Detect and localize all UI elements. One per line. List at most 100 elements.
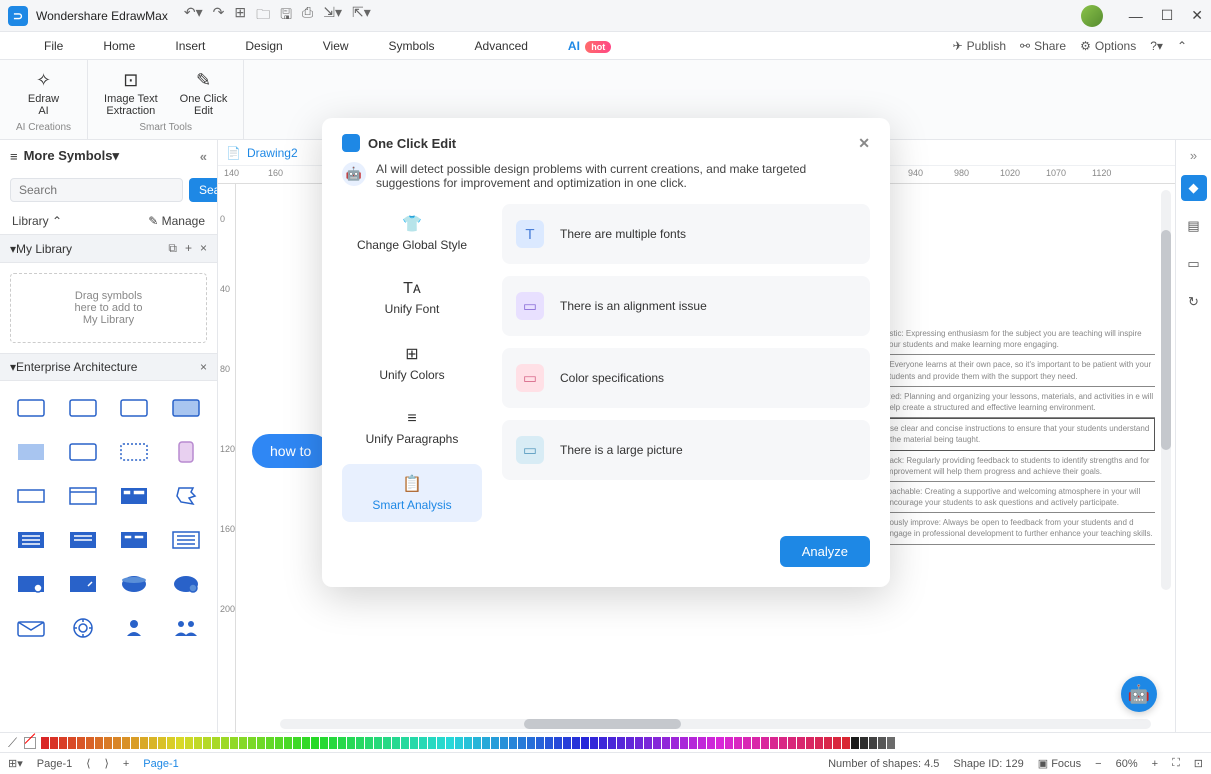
shape-item[interactable] xyxy=(114,567,156,601)
print-icon[interactable]: ⎙ xyxy=(302,4,313,28)
prev-page-icon[interactable]: ⟨ xyxy=(86,757,90,770)
color-swatch[interactable] xyxy=(734,737,742,749)
menu-symbols[interactable]: Symbols xyxy=(369,39,455,53)
page-panel-icon[interactable]: ▤ xyxy=(1181,213,1207,239)
color-swatch[interactable] xyxy=(203,737,211,749)
color-swatch[interactable] xyxy=(689,737,697,749)
hamburger-icon[interactable]: ≡ xyxy=(10,149,18,164)
color-swatch[interactable] xyxy=(410,737,418,749)
search-input[interactable] xyxy=(10,178,183,202)
color-swatch[interactable] xyxy=(320,737,328,749)
color-swatch[interactable] xyxy=(149,737,157,749)
color-swatch[interactable] xyxy=(743,737,751,749)
vertical-scrollbar[interactable] xyxy=(1161,190,1171,590)
expand-rail-icon[interactable]: » xyxy=(1190,148,1197,163)
change-global-style-button[interactable]: 👕Change Global Style xyxy=(342,204,482,262)
shape-item[interactable] xyxy=(62,611,104,645)
zoom-in-icon[interactable]: + xyxy=(1152,758,1158,770)
menu-insert[interactable]: Insert xyxy=(155,39,225,53)
menu-file[interactable]: File xyxy=(24,39,83,53)
color-swatch[interactable] xyxy=(869,737,877,749)
shape-item[interactable] xyxy=(114,479,156,513)
smart-analysis-button[interactable]: 📋Smart Analysis xyxy=(342,464,482,522)
publish-button[interactable]: ✈ Publish xyxy=(953,39,1006,53)
shape-item[interactable] xyxy=(165,523,207,557)
color-swatch[interactable] xyxy=(158,737,166,749)
color-swatch[interactable] xyxy=(122,737,130,749)
color-swatch[interactable] xyxy=(707,737,715,749)
shape-item[interactable] xyxy=(114,391,156,425)
color-swatch[interactable] xyxy=(41,737,49,749)
color-swatch[interactable] xyxy=(401,737,409,749)
color-swatch[interactable] xyxy=(860,737,868,749)
shape-item[interactable] xyxy=(62,479,104,513)
color-swatch[interactable] xyxy=(545,737,553,749)
document-tab[interactable]: Drawing2 xyxy=(247,146,298,160)
shape-item[interactable] xyxy=(10,567,52,601)
search-button[interactable]: Search xyxy=(189,178,218,202)
maximize-icon[interactable]: ☐ xyxy=(1161,7,1174,24)
color-swatch[interactable] xyxy=(878,737,886,749)
color-swatch[interactable] xyxy=(221,737,229,749)
color-swatch[interactable] xyxy=(599,737,607,749)
share-button[interactable]: ⚯ Share xyxy=(1020,39,1066,53)
presentation-panel-icon[interactable]: ▭ xyxy=(1181,251,1207,277)
shape-item[interactable] xyxy=(165,435,207,469)
color-swatch[interactable] xyxy=(842,737,850,749)
history-panel-icon[interactable]: ↻ xyxy=(1181,289,1207,315)
fill-panel-icon[interactable]: ◆ xyxy=(1181,175,1207,201)
shape-item[interactable] xyxy=(62,435,104,469)
shape-item[interactable] xyxy=(114,611,156,645)
color-swatch[interactable] xyxy=(644,737,652,749)
color-swatch[interactable] xyxy=(635,737,643,749)
color-swatch[interactable] xyxy=(581,737,589,749)
color-swatch[interactable] xyxy=(104,737,112,749)
close-icon[interactable]: ✕ xyxy=(1191,7,1203,24)
color-swatch[interactable] xyxy=(887,737,895,749)
unify-paragraphs-button[interactable]: ≡Unify Paragraphs xyxy=(342,400,482,456)
issue-alignment[interactable]: ▭There is an alignment issue xyxy=(502,276,870,336)
collapse-ribbon-icon[interactable]: ⌃ xyxy=(1177,39,1187,53)
color-swatch[interactable] xyxy=(284,737,292,749)
color-swatch[interactable] xyxy=(68,737,76,749)
color-swatch[interactable] xyxy=(698,737,706,749)
color-swatch[interactable] xyxy=(797,737,805,749)
color-swatch[interactable] xyxy=(572,737,580,749)
color-swatch[interactable] xyxy=(779,737,787,749)
open-icon[interactable]: 🗀 xyxy=(256,4,270,28)
fit-page-icon[interactable]: ⛶ xyxy=(1172,757,1180,770)
shape-item[interactable] xyxy=(165,479,207,513)
color-swatch[interactable] xyxy=(239,737,247,749)
color-swatch[interactable] xyxy=(617,737,625,749)
menu-home[interactable]: Home xyxy=(83,39,155,53)
color-swatch[interactable] xyxy=(230,737,238,749)
menu-view[interactable]: View xyxy=(303,39,369,53)
fullscreen-icon[interactable]: ⊡ xyxy=(1194,757,1203,770)
shape-item[interactable] xyxy=(10,391,52,425)
color-swatch[interactable] xyxy=(491,737,499,749)
color-swatch[interactable] xyxy=(653,737,661,749)
manage-button[interactable]: ✎ Manage xyxy=(148,214,205,228)
color-swatch[interactable] xyxy=(383,737,391,749)
zoom-out-icon[interactable]: − xyxy=(1095,758,1101,770)
color-swatch[interactable] xyxy=(626,737,634,749)
menu-advanced[interactable]: Advanced xyxy=(455,39,548,53)
color-swatch[interactable] xyxy=(590,737,598,749)
eyedropper-icon[interactable]: ⟋ xyxy=(8,735,17,751)
user-avatar[interactable] xyxy=(1081,5,1103,27)
color-swatch[interactable] xyxy=(527,737,535,749)
shape-item[interactable] xyxy=(165,391,207,425)
color-swatch[interactable] xyxy=(563,737,571,749)
color-swatch[interactable] xyxy=(257,737,265,749)
color-swatch[interactable] xyxy=(671,737,679,749)
color-swatch[interactable] xyxy=(680,737,688,749)
redo-icon[interactable]: ↷ xyxy=(213,4,225,28)
shape-item[interactable] xyxy=(62,523,104,557)
image-text-extraction-button[interactable]: ⊡Image Text Extraction xyxy=(104,66,158,120)
color-swatch[interactable] xyxy=(509,737,517,749)
color-swatch[interactable] xyxy=(500,737,508,749)
color-swatch[interactable] xyxy=(716,737,724,749)
export-icon[interactable]: ⇲▾ xyxy=(323,4,342,28)
color-swatch[interactable] xyxy=(194,737,202,749)
color-swatch[interactable] xyxy=(365,737,373,749)
